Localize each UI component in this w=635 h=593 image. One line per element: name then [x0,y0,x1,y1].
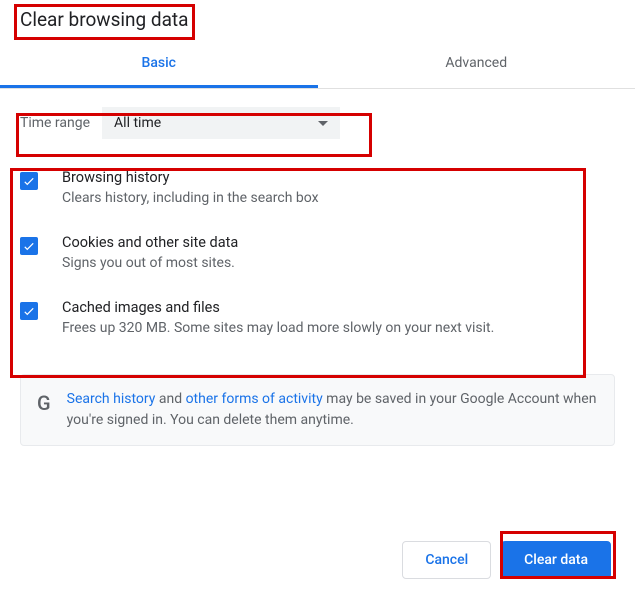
checkbox-browsing-history[interactable] [20,172,38,190]
time-range-row: Time range All time [20,107,615,139]
other-activity-link[interactable]: other forms of activity [186,391,323,407]
option-desc: Frees up 320 MB. Some sites may load mor… [62,320,615,336]
options-list: Browsing history Clears history, includi… [20,153,615,360]
check-icon [22,239,36,253]
checkbox-cookies[interactable] [20,237,38,255]
search-history-link[interactable]: Search history [67,391,156,407]
tab-basic[interactable]: Basic [0,41,318,88]
option-title: Browsing history [62,169,615,186]
time-range-value: All time [114,115,161,131]
cancel-button[interactable]: Cancel [402,541,491,579]
option-row: Cached images and files Frees up 320 MB.… [20,285,615,350]
time-range-label: Time range [20,115,90,131]
option-desc: Signs you out of most sites. [62,255,615,271]
dialog-buttons: Cancel Clear data [402,541,611,579]
option-text: Cookies and other site data Signs you ou… [62,234,615,271]
info-text-fragment: and [155,391,185,407]
option-title: Cached images and files [62,299,615,316]
tabs: Basic Advanced [0,41,635,89]
check-icon [22,304,36,318]
option-text: Cached images and files Frees up 320 MB.… [62,299,615,336]
check-icon [22,174,36,188]
option-row: Browsing history Clears history, includi… [20,155,615,220]
info-box: G Search history and other forms of acti… [20,374,615,446]
option-title: Cookies and other site data [62,234,615,251]
clear-data-button[interactable]: Clear data [501,541,611,579]
option-row: Cookies and other site data Signs you ou… [20,220,615,285]
google-g-icon: G [37,391,51,415]
info-text: Search history and other forms of activi… [67,389,598,431]
clear-browsing-data-dialog: Clear browsing data Basic Advanced Time … [0,0,635,593]
chevron-down-icon [318,121,328,126]
dialog-title: Clear browsing data [0,0,199,37]
option-desc: Clears history, including in the search … [62,190,615,206]
option-text: Browsing history Clears history, includi… [62,169,615,206]
tab-advanced[interactable]: Advanced [318,41,635,88]
checkbox-cached[interactable] [20,302,38,320]
time-range-select[interactable]: All time [102,107,340,139]
